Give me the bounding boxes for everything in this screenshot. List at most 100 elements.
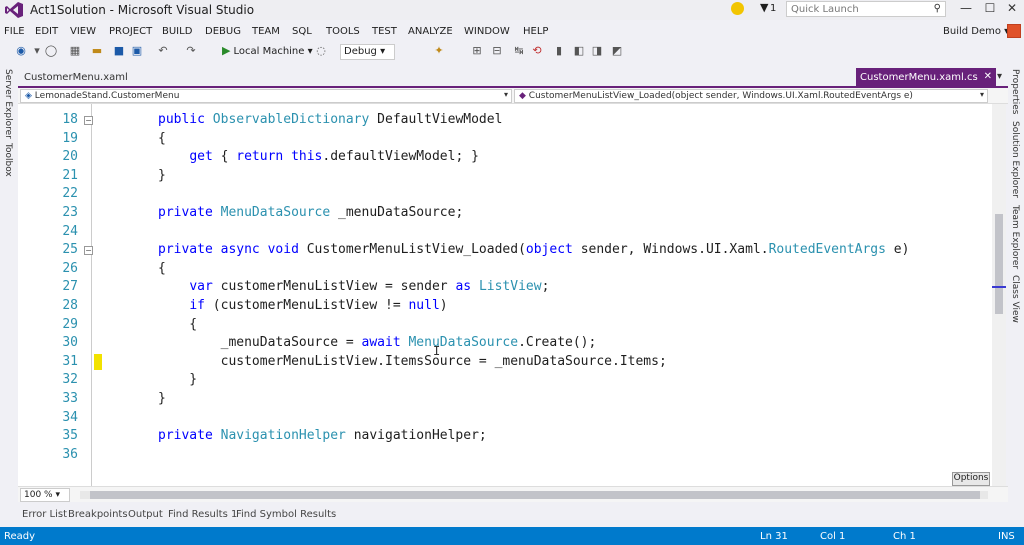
line-number: 28 [62,298,78,313]
run-target-label: Local Machine [233,46,305,57]
play-icon: ▶ [222,44,231,57]
breakpoint-icon[interactable]: ⟲ [530,44,544,58]
code-line: public ObservableDictionary DefaultViewM… [158,112,503,127]
open-file-icon[interactable]: ▬ [90,44,104,58]
new-project-icon[interactable]: ▦ [68,44,82,58]
collapse-region-icon[interactable]: − [84,116,93,125]
class-view-tab[interactable]: Class View [1010,275,1020,323]
tab-find-results-1[interactable]: Find Results 1 [168,509,237,520]
line-number: 26 [62,260,78,276]
line-number: 18 [62,112,78,127]
browser-link-icon[interactable]: ✦ [432,44,446,58]
save-icon[interactable]: ■ [112,44,126,58]
tab-find-symbol-results[interactable]: Find Symbol Results [236,509,336,520]
user-account-menu[interactable]: Build Demo ▾ [943,26,1009,37]
forward-navigate-icon[interactable]: ◯ [44,44,58,58]
code-line: } [158,167,166,183]
code-line: _menuDataSource = await MenuDataSource.C… [220,335,597,351]
code-line: private NavigationHelper navigationHelpe… [158,428,487,444]
menu-bar: FILE EDIT VIEW PROJECT BUILD DEBUG TEAM … [0,22,1024,40]
code-line: { [158,316,198,332]
status-char: Ch 1 [893,531,916,542]
dropdown-arrow-icon[interactable]: ▾ [30,44,44,58]
prev-bookmark-icon[interactable]: ◧ [572,44,586,58]
quick-launch-placeholder: Quick Launch [791,4,859,15]
line-number: 29 [62,316,78,332]
zoom-select[interactable]: 100 % ▾ [20,488,70,502]
line-number: 22 [62,186,78,202]
menu-edit[interactable]: EDIT [35,26,58,37]
standard-toolbar: ◉ ▾ ◯ ▦ ▬ ■ ▣ ↶ ↷ ▶ Local Machine ▾ ◌ Deb… [0,41,1024,63]
toolbox-tab[interactable]: Toolbox [3,143,13,177]
search-icon[interactable]: ⚲ [934,3,941,14]
member-dropdown[interactable]: ◆ CustomerMenuListView_Loaded(object sen… [514,89,988,103]
menu-project[interactable]: PROJECT [109,26,152,37]
menu-team[interactable]: TEAM [252,26,280,37]
start-debugging-button[interactable]: ▶ Local Machine ▾ [222,44,313,60]
feedback-smiley-icon[interactable] [731,2,744,15]
properties-tab[interactable]: Properties [1010,69,1020,114]
document-tab-well: CustomerMenu.xaml CustomerMenu.xaml.cs ✕… [18,68,1008,88]
class-icon: ◈ [25,91,32,101]
redo-icon[interactable]: ↷ [184,44,198,58]
class-dropdown[interactable]: ◈ LemonadeStand.CustomerMenu ▾ [20,89,512,103]
code-line: get { return this.defaultViewModel; } [189,149,479,165]
close-tab-icon[interactable]: ✕ [984,71,992,82]
code-editor[interactable]: 18 19 20 21 22 23 24 25 26 27 28 29 30 31 32 33 34 35 36 p… [18,104,992,486]
horizontal-scroll-thumb[interactable] [90,491,980,499]
tab-breakpoints[interactable]: Breakpoints [68,509,128,520]
comment-icon[interactable]: ⊟ [490,44,504,58]
menu-debug[interactable]: DEBUG [205,26,241,37]
avatar[interactable] [1007,24,1021,38]
tab-customer-menu-xaml-cs[interactable]: CustomerMenu.xaml.cs ✕ [856,68,996,86]
maximize-button[interactable]: ☐ [980,1,1000,17]
bookmark-icon[interactable]: ▮ [552,44,566,58]
collapse-region-icon[interactable]: − [84,246,93,256]
chevron-down-icon: ▾ [503,90,508,99]
menu-file[interactable]: FILE [4,26,25,37]
line-number: 36 [62,446,78,462]
minimize-button[interactable]: — [956,1,976,17]
menu-sql[interactable]: SQL [292,26,312,37]
line-number: 23 [62,205,78,220]
menu-build[interactable]: BUILD [162,26,192,37]
code-line: { [158,130,166,146]
quick-launch-input[interactable]: Quick Launch ⚲ [786,1,946,17]
server-explorer-tab[interactable]: Server Explorer [3,69,13,139]
line-number: 35 [62,428,78,444]
clear-bookmarks-icon[interactable]: ◩ [610,44,624,58]
notification-flag-icon[interactable]: ▼ [760,1,768,14]
horizontal-scrollbar[interactable] [80,491,988,499]
vertical-scroll-thumb[interactable] [995,214,1003,314]
attach-process-icon[interactable]: ◌ [314,44,328,58]
step-icon[interactable]: ↹ [512,44,526,58]
line-number: 33 [62,391,78,406]
team-explorer-tab[interactable]: Team Explorer [1010,205,1020,269]
class-dropdown-value: LemonadeStand.CustomerMenu [34,91,180,101]
tab-error-list[interactable]: Error List [22,509,67,520]
menu-view[interactable]: VIEW [70,26,96,37]
line-number: 21 [62,167,78,183]
find-in-files-icon[interactable]: ⊞ [470,44,484,58]
save-all-icon[interactable]: ▣ [130,44,144,58]
back-navigate-icon[interactable]: ◉ [14,44,28,58]
status-insert-mode: INS [998,531,1015,542]
menu-test[interactable]: TEST [372,26,397,37]
close-button[interactable]: ✕ [1002,1,1022,17]
member-dropdown-value: CustomerMenuListView_Loaded(object sende… [528,91,913,101]
options-button[interactable]: Options [952,472,990,486]
tab-output[interactable]: Output [128,509,163,520]
line-number: 27 [62,279,78,295]
vertical-scrollbar[interactable] [992,104,1006,486]
next-bookmark-icon[interactable]: ◨ [590,44,604,58]
menu-help[interactable]: HELP [523,26,548,37]
tab-customer-menu-xaml[interactable]: CustomerMenu.xaml [24,72,128,83]
menu-analyze[interactable]: ANALYZE [408,26,453,37]
menu-window[interactable]: WINDOW [464,26,510,37]
solution-configuration-select[interactable]: Debug ▾ [340,44,395,60]
solution-explorer-tab[interactable]: Solution Explorer [1010,121,1020,198]
menu-tools[interactable]: TOOLS [326,26,360,37]
tab-overflow-icon[interactable]: ▾ [997,71,1002,82]
undo-icon[interactable]: ↶ [156,44,170,58]
editor-bottom-bar: 100 % ▾ [18,486,1008,502]
